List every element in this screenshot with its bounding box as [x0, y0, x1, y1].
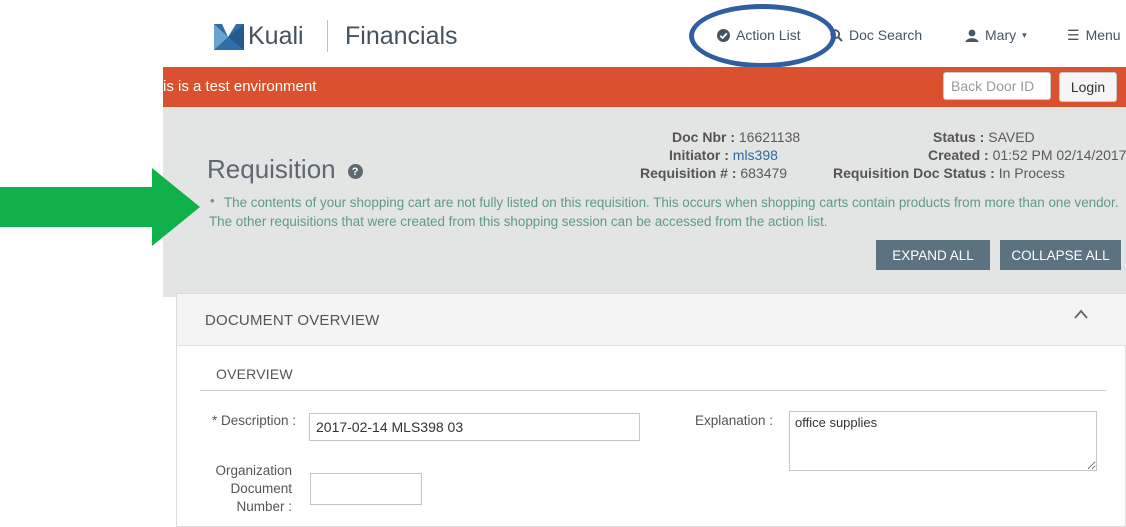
kuali-logo-icon [214, 24, 244, 50]
doc-number-label: Doc Nbr : [672, 129, 735, 145]
org-doc-number-input[interactable] [310, 473, 422, 505]
nav-doc-search-label: Doc Search [849, 27, 923, 43]
requisition-number-label: Requisition # : [640, 165, 737, 181]
shopping-cart-notice-text: The contents of your shopping cart are n… [209, 195, 1119, 229]
created-date-label: Created : [928, 147, 989, 163]
document-status: Status : SAVED [933, 128, 1035, 146]
back-door-id-input[interactable] [943, 72, 1051, 100]
document-overview-title: DOCUMENT OVERVIEW [205, 312, 380, 329]
nav-doc-search[interactable]: Doc Search [830, 27, 922, 43]
org-doc-number-label: Organization Document Number : [190, 462, 292, 516]
product-name: Financials [345, 22, 458, 50]
description-input[interactable] [309, 413, 640, 441]
login-button[interactable]: Login [1059, 72, 1117, 102]
hamburger-icon: ☰ [1067, 27, 1080, 43]
requisition-number: Requisition # : 683479 [640, 164, 787, 182]
brand-divider [327, 20, 328, 52]
requisition-number-value: 683479 [740, 165, 788, 181]
doc-number: Doc Nbr : 16621138 [672, 128, 800, 146]
initiator: Initiator : mls398 [669, 146, 778, 164]
expand-all-button[interactable]: EXPAND ALL [876, 240, 990, 270]
green-arrow-annotation [0, 168, 200, 246]
brand-name: Kuali [248, 22, 304, 50]
explanation-label: Explanation : [660, 412, 773, 430]
description-label: * Description : [190, 412, 296, 430]
section-divider [200, 390, 1106, 391]
help-icon[interactable]: ? [347, 164, 363, 179]
nav-action-list[interactable]: Action List [717, 27, 801, 43]
document-status-value: SAVED [988, 129, 1035, 145]
shopping-cart-notice: The contents of your shopping cart are n… [209, 193, 1121, 231]
initiator-label: Initiator : [669, 147, 729, 163]
org-doc-number-label-text: Organization Document Number : [215, 463, 292, 514]
initiator-link[interactable]: mls398 [733, 147, 778, 163]
chevron-up-icon[interactable] [1073, 307, 1089, 321]
test-environment-message: is is a test environment [163, 78, 317, 95]
main-menu-label: Menu [1085, 27, 1121, 43]
page-title: Requisition ? [207, 154, 363, 185]
created-date: Created : 01:52 PM 02/14/2017 [928, 146, 1126, 164]
search-icon [830, 28, 843, 42]
check-circle-icon [717, 28, 730, 42]
caret-down-icon: ▾ [1022, 29, 1027, 40]
main-menu[interactable]: ☰ Menu [1067, 27, 1121, 43]
requisition-doc-status-label: Requisition Doc Status : [833, 165, 995, 181]
doc-number-value: 16621138 [738, 129, 801, 145]
overview-section-title: OVERVIEW [216, 366, 293, 382]
user-name: Mary [985, 27, 1017, 43]
explanation-label-text: Explanation : [694, 413, 773, 428]
explanation-textarea[interactable]: office supplies [789, 411, 1097, 471]
document-status-label: Status : [933, 129, 985, 145]
created-date-value: 01:52 PM 02/14/2017 [992, 147, 1126, 163]
user-icon [965, 29, 979, 42]
page-title-text: Requisition [207, 154, 336, 184]
collapse-all-button[interactable]: COLLAPSE ALL [1000, 240, 1121, 270]
user-menu[interactable]: Mary ▾ [965, 27, 1027, 43]
nav-action-list-label: Action List [736, 27, 801, 43]
description-label-text: * Description : [211, 413, 296, 428]
requisition-doc-status-value: In Process [998, 165, 1065, 181]
requisition-doc-status: Requisition Doc Status : In Process [833, 164, 1065, 182]
